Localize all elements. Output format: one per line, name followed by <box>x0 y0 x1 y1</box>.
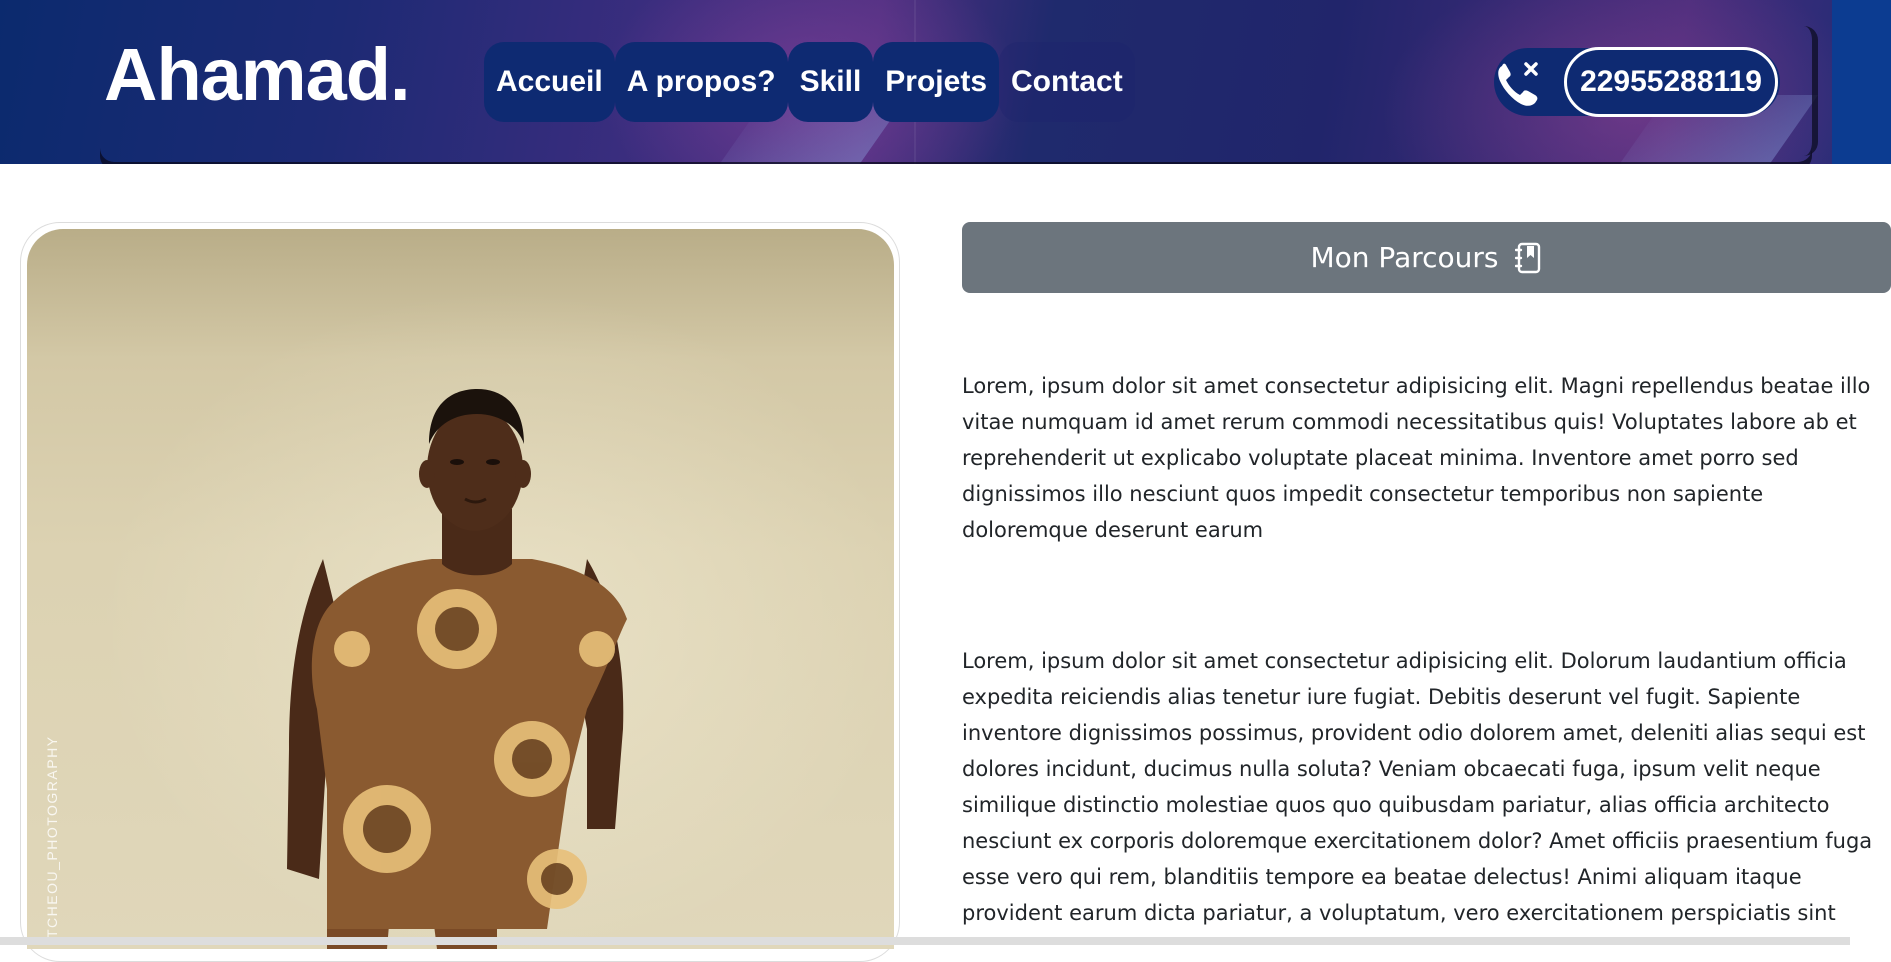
journal-bookmark-icon <box>1514 242 1540 273</box>
nav-link-skill[interactable]: Skill <box>787 42 874 122</box>
header-edge-strip <box>1832 0 1891 164</box>
parcours-paragraph-2: Lorem, ipsum dolor sit amet consectetur … <box>962 649 1873 925</box>
phone-number[interactable]: 22955288119 <box>1564 47 1778 117</box>
person-figure <box>287 389 627 949</box>
photo-watermark: TCHEOU_PHOTOGRAPHY <box>44 735 60 938</box>
mon-parcours-button[interactable]: Mon Parcours <box>962 222 1891 293</box>
nav-link-contact[interactable]: Contact <box>999 42 1135 122</box>
nav-link-projets[interactable]: Projets <box>873 42 1000 122</box>
profile-photo <box>27 229 894 949</box>
phone-x-icon[interactable] <box>1494 58 1544 110</box>
nav-link-accueil[interactable]: Accueil <box>484 42 615 122</box>
parcours-paragraph-1: Lorem, ipsum dolor sit amet consectetur … <box>962 374 1871 542</box>
site-header: Ahamad. Accueil A propos? Skill Projets … <box>0 0 1891 164</box>
brand-logo[interactable]: Ahamad. <box>104 38 411 112</box>
nav-link-a-propos[interactable]: A propos? <box>614 42 788 122</box>
horizontal-scrollbar[interactable] <box>0 937 1850 945</box>
main-nav: Accueil A propos? Skill Projets Contact <box>484 42 1135 122</box>
navbar-edge <box>1798 26 1818 156</box>
mon-parcours-label: Mon Parcours <box>1310 241 1499 274</box>
